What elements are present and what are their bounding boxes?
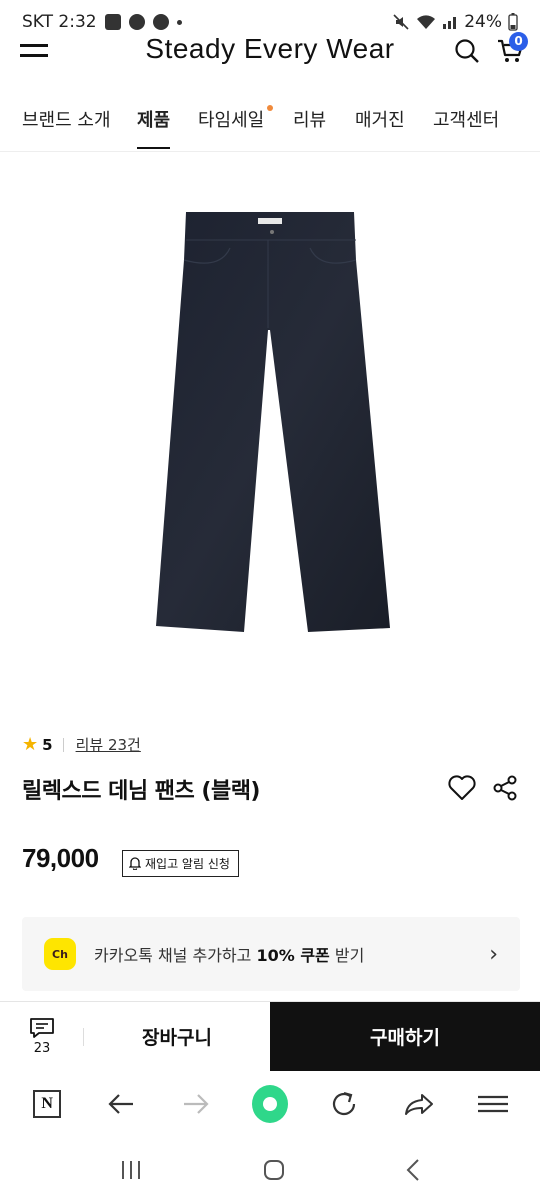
heart-icon[interactable] xyxy=(447,774,477,802)
site-header: Steady Every Wear xyxy=(0,28,540,76)
back-nav-icon[interactable] xyxy=(405,1158,421,1182)
cart-count-badge: 0 xyxy=(509,32,528,51)
nav-item-timesale[interactable]: 타임세일 xyxy=(198,106,264,132)
share-icon[interactable] xyxy=(492,774,518,802)
product-price: 79,000 xyxy=(22,843,99,873)
nav-item-brand-intro[interactable]: 브랜드 소개 xyxy=(22,106,111,132)
green-dot-button[interactable] xyxy=(251,1085,288,1123)
home-icon[interactable] xyxy=(262,1158,286,1182)
bottom-action-bar: 23 장바구니 구매하기 xyxy=(0,1001,540,1071)
refresh-button[interactable] xyxy=(326,1086,362,1122)
browser-toolbar: N xyxy=(0,1071,540,1137)
reviews-link[interactable]: 리뷰 23건 xyxy=(76,734,141,755)
active-tab-indicator xyxy=(137,147,170,149)
restock-alert-button[interactable]: 재입고 알림 신청 xyxy=(122,850,239,877)
naver-home-button[interactable]: N xyxy=(29,1086,65,1122)
forward-button[interactable] xyxy=(178,1086,214,1122)
nav-item-customer-center[interactable]: 고객센터 xyxy=(433,106,499,132)
kakao-channel-logo: Ch xyxy=(44,938,76,970)
add-to-cart-button[interactable]: 장바구니 xyxy=(84,1002,270,1071)
hamburger-icon xyxy=(477,1095,508,1113)
more-notifications-icon xyxy=(176,19,182,25)
product-image[interactable] xyxy=(150,200,390,640)
divider xyxy=(83,1028,84,1046)
forward-arrow-icon xyxy=(183,1094,209,1114)
kakao-channel-banner[interactable]: Ch 카카오톡 채널 추가하고 10% 쿠폰 받기 › xyxy=(22,917,520,991)
green-dot-icon xyxy=(251,1085,288,1123)
chat-icon xyxy=(30,1018,54,1038)
naver-n-icon: N xyxy=(33,1090,62,1118)
back-button[interactable] xyxy=(103,1086,139,1122)
nav-item-magazine[interactable]: 매거진 xyxy=(355,106,405,132)
restock-label: 재입고 알림 신청 xyxy=(145,857,230,871)
chat-count: 23 xyxy=(33,1041,51,1056)
share-arrow-icon xyxy=(404,1094,433,1115)
bell-icon xyxy=(129,857,141,870)
product-title: 릴렉스드 데님 팬츠 (블랙) xyxy=(22,779,261,804)
divider xyxy=(62,737,64,752)
rating-row: ★ 5 리뷰 23건 xyxy=(22,734,141,755)
nav-item-reviews[interactable]: 리뷰 xyxy=(293,106,326,132)
rating-score: 5 xyxy=(42,735,53,754)
system-nav-bar xyxy=(0,1140,540,1200)
refresh-icon xyxy=(333,1091,356,1116)
timesale-new-dot xyxy=(267,105,273,111)
share-page-button[interactable] xyxy=(401,1086,437,1122)
chevron-right-icon: › xyxy=(489,941,498,967)
star-icon: ★ xyxy=(22,734,39,755)
browser-menu-button[interactable] xyxy=(475,1086,511,1122)
review-chat-button[interactable]: 23 xyxy=(0,1002,84,1071)
buy-now-button[interactable]: 구매하기 xyxy=(270,1002,540,1071)
back-arrow-icon xyxy=(108,1094,134,1114)
search-icon[interactable] xyxy=(454,38,480,64)
nav-item-products[interactable]: 제품 xyxy=(137,106,170,132)
kakao-banner-text: 카카오톡 채널 추가하고 10% 쿠폰 받기 xyxy=(94,946,365,965)
recent-apps-icon[interactable] xyxy=(119,1159,143,1181)
